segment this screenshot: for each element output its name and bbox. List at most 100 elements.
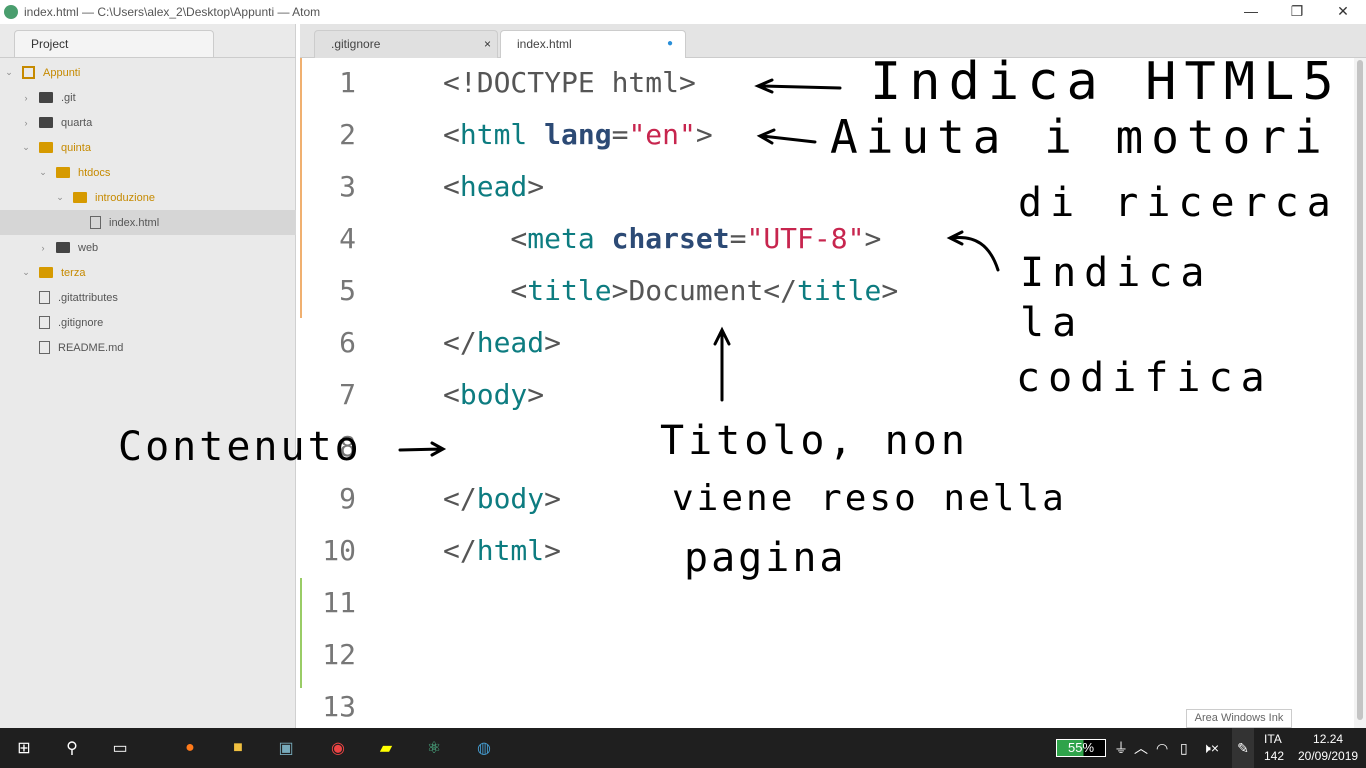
language-indicator[interactable]: ITA 142: [1264, 731, 1284, 765]
annotation-viene-reso: viene reso nella: [672, 478, 1067, 519]
project-sidebar: Project ⌄ Appunti › .git › quarta ⌄ quinta ⌄ htdo…: [0, 24, 296, 728]
tree-item[interactable]: ⌄ terza: [0, 260, 296, 285]
code-token: <: [443, 222, 528, 255]
line-number: 10: [322, 534, 356, 567]
clock[interactable]: 12.24 20/09/2019: [1298, 731, 1358, 765]
date: 20/09/2019: [1298, 749, 1359, 763]
battery-indicator[interactable]: 55%: [1056, 739, 1106, 757]
tree-item[interactable]: › quarta: [0, 110, 296, 135]
file-explorer-icon[interactable]: ■: [214, 728, 262, 768]
volume-muted-icon[interactable]: 🕨×: [1202, 728, 1219, 768]
code-token: >Document</: [611, 274, 798, 307]
file-tree: ⌄ Appunti › .git › quarta ⌄ quinta ⌄ htdocs ⌄ intro…: [0, 60, 296, 360]
tree-item-label: web: [78, 241, 99, 254]
tab-label: .gitignore: [331, 37, 381, 51]
code-token: title: [527, 274, 612, 307]
chrome-icon[interactable]: ◉: [314, 728, 362, 768]
minimize-button[interactable]: —: [1228, 0, 1274, 24]
annotation-la: la: [1020, 300, 1085, 346]
tree-item[interactable]: ⌄ introduzione: [0, 185, 296, 210]
code-line[interactable]: </head>: [443, 326, 561, 359]
code-token: title: [797, 274, 882, 307]
file-icon: [39, 341, 50, 354]
tree-item-label: quinta: [61, 141, 91, 154]
file-icon: [39, 291, 50, 304]
code-line[interactable]: <meta charset="UTF-8">: [443, 222, 881, 255]
tree-item[interactable]: › .git: [0, 85, 296, 110]
tab-label: index.html: [517, 37, 572, 51]
code-token: "UTF-8": [746, 222, 865, 255]
modified-indicator-icon: ●: [666, 38, 673, 49]
keyboard-layout: 142: [1264, 749, 1285, 763]
atom-icon[interactable]: ⚛: [410, 728, 458, 768]
code-token: <: [443, 118, 460, 151]
annotation-ricerca: di ricerca: [1018, 180, 1339, 226]
code-line[interactable]: <head>: [443, 170, 544, 203]
code-token: html: [459, 118, 528, 151]
wifi-icon[interactable]: ◠: [1156, 728, 1168, 768]
close-icon[interactable]: ×: [484, 31, 491, 57]
line-number: 6: [339, 326, 356, 359]
image-viewer-icon[interactable]: ▣: [262, 728, 310, 768]
code-token: lang: [544, 118, 612, 151]
chevron-down-icon: ⌄: [22, 142, 30, 152]
tree-item-label: introduzione: [95, 191, 155, 204]
chevron-right-icon: ›: [24, 117, 28, 128]
tree-item[interactable]: ⌄ quinta: [0, 135, 296, 160]
tree-item[interactable]: .gitignore: [0, 310, 296, 335]
time: 12.24: [1313, 732, 1344, 746]
firefox-icon[interactable]: ●: [166, 728, 214, 768]
windows-ink-icon[interactable]: ✎: [1232, 728, 1254, 768]
app-icon[interactable]: ◍: [460, 728, 508, 768]
divider: [0, 57, 296, 58]
task-view-icon[interactable]: ▭: [96, 728, 144, 768]
annotation-titolo: Titolo, non: [660, 418, 969, 464]
maximize-button[interactable]: ❐: [1274, 0, 1320, 24]
chevron-down-icon: ⌄: [5, 67, 13, 77]
usb-icon[interactable]: ▯: [1180, 728, 1188, 768]
code-token: =: [729, 222, 747, 255]
tree-item[interactable]: ⌄ Appunti: [0, 60, 296, 85]
code-token: head: [459, 170, 528, 203]
git-gutter-marker: [300, 58, 302, 318]
file-icon: [90, 216, 101, 229]
tree-item[interactable]: index.html: [0, 210, 296, 235]
vertical-scrollbar[interactable]: [1354, 58, 1366, 728]
chevron-right-icon: ›: [24, 92, 28, 103]
annotation-pagina: pagina: [684, 535, 847, 581]
chevron-up-icon[interactable]: ︿: [1134, 728, 1148, 768]
code-token: charset: [611, 222, 730, 255]
code-token: <: [443, 378, 460, 411]
chevron-down-icon: ⌄: [39, 167, 47, 177]
tab-index-html[interactable]: index.html ●: [500, 30, 686, 58]
tree-item[interactable]: ⌄ htdocs: [0, 160, 296, 185]
code-token: >: [695, 118, 713, 151]
line-number: 7: [339, 378, 356, 411]
search-icon[interactable]: ⚲: [48, 728, 96, 768]
tree-item[interactable]: README.md: [0, 335, 296, 360]
line-number: 13: [322, 690, 356, 723]
repo-icon: [22, 66, 35, 79]
code-line[interactable]: <title>Document</title>: [443, 274, 898, 307]
code-line[interactable]: <!DOCTYPE html>: [443, 66, 696, 99]
tab-project[interactable]: Project: [14, 30, 214, 58]
folder-icon: [73, 192, 87, 203]
chevron-right-icon: ›: [41, 242, 45, 253]
code-line[interactable]: <body>: [443, 378, 544, 411]
tab-gitignore[interactable]: .gitignore ×: [314, 30, 498, 58]
code-token: <: [443, 274, 528, 307]
start-windows-icon[interactable]: ⊞: [0, 728, 48, 768]
battery-charge-icon[interactable]: ⏚: [1114, 728, 1128, 768]
tree-item[interactable]: .gitattributes: [0, 285, 296, 310]
code-token: html: [476, 534, 545, 567]
tree-item[interactable]: › web: [0, 235, 296, 260]
code-line[interactable]: </body>: [443, 482, 561, 515]
annotation-html5: Indica HTML5: [870, 52, 1342, 112]
code-line[interactable]: </html>: [443, 534, 561, 567]
code-line[interactable]: <html lang="en">: [443, 118, 713, 151]
chevron-down-icon: ⌄: [22, 267, 30, 277]
tree-item-label: README.md: [58, 341, 124, 354]
sticky-notes-icon[interactable]: ▰: [362, 728, 410, 768]
close-button[interactable]: ✕: [1320, 0, 1366, 24]
